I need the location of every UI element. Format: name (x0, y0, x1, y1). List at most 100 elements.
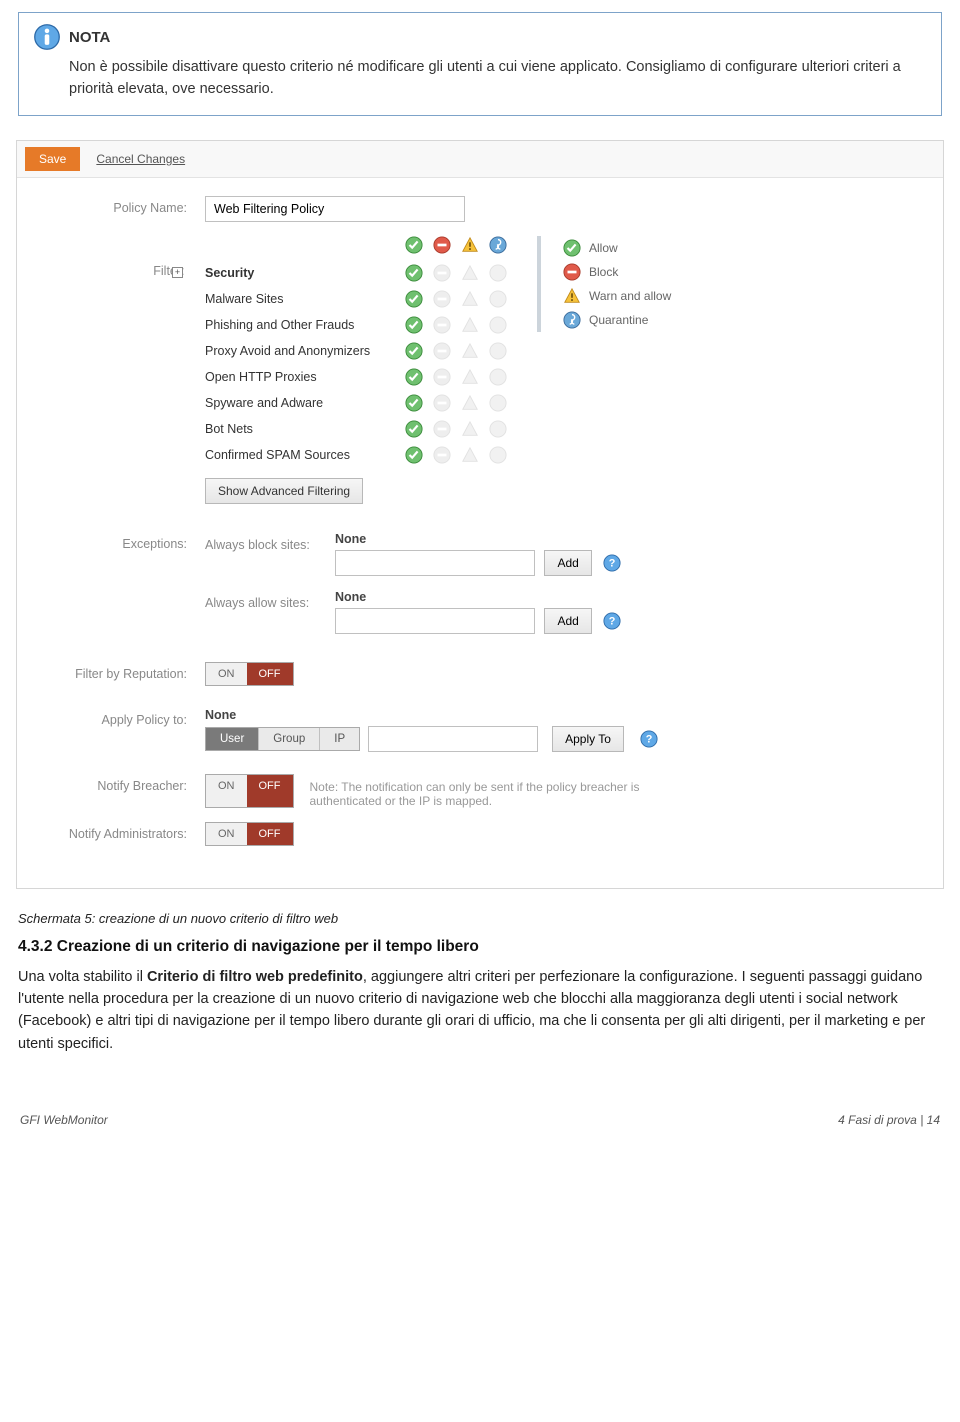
seg-group[interactable]: Group (259, 728, 320, 750)
toggle-on[interactable]: ON (206, 775, 247, 807)
svg-text:?: ? (646, 733, 653, 745)
filter-cat-phishing[interactable]: Phishing and Other Frauds (205, 318, 405, 332)
legend-block: Block (589, 265, 618, 279)
notify-breacher-label: Notify Breacher: (45, 774, 205, 793)
legend-allow: Allow (589, 241, 618, 255)
notify-admins-label: Notify Administrators: (45, 822, 205, 841)
allow-icon[interactable] (405, 316, 423, 334)
legend-quarantine: Quarantine (589, 313, 648, 327)
seg-ip[interactable]: IP (320, 728, 359, 750)
filter-cat-botnets[interactable]: Bot Nets (205, 422, 405, 436)
allow-icon[interactable] (405, 342, 423, 360)
block-icon (563, 263, 581, 281)
warn-icon[interactable] (461, 446, 479, 464)
save-button[interactable]: Save (25, 147, 80, 171)
reputation-label: Filter by Reputation: (45, 662, 205, 681)
quarantine-icon (563, 311, 581, 329)
admins-toggle[interactable]: ON OFF (205, 822, 294, 846)
block-icon[interactable] (433, 316, 451, 334)
warn-icon[interactable] (461, 342, 479, 360)
block-icon[interactable] (433, 446, 451, 464)
always-allow-input[interactable] (335, 608, 535, 634)
warn-icon[interactable] (461, 394, 479, 412)
block-icon[interactable] (433, 342, 451, 360)
quarantine-icon[interactable] (489, 264, 507, 282)
help-icon[interactable]: ? (603, 554, 621, 572)
policy-panel: Save Cancel Changes Policy Name: Filter:… (16, 140, 944, 889)
allow-icon[interactable] (405, 394, 423, 412)
allow-icon[interactable] (405, 368, 423, 386)
always-block-input[interactable] (335, 550, 535, 576)
show-advanced-button[interactable]: Show Advanced Filtering (205, 478, 363, 504)
cancel-changes-link[interactable]: Cancel Changes (96, 152, 185, 166)
warn-icon[interactable] (461, 368, 479, 386)
quarantine-icon[interactable] (489, 342, 507, 360)
always-block-value: None (335, 532, 621, 546)
toggle-on[interactable]: ON (206, 663, 247, 685)
block-icon[interactable] (433, 368, 451, 386)
filter-cat-spyware[interactable]: Spyware and Adware (205, 396, 405, 410)
filter-cat-security[interactable]: Security (205, 266, 405, 280)
add-allow-button[interactable]: Add (544, 608, 591, 634)
section-title: 4.3.2 Creazione di un criterio di naviga… (18, 938, 942, 956)
block-icon[interactable] (433, 290, 451, 308)
reputation-toggle[interactable]: ON OFF (205, 662, 294, 686)
help-icon[interactable]: ? (603, 612, 621, 630)
expand-icon[interactable]: + (172, 267, 183, 278)
exceptions-label: Exceptions: (45, 532, 205, 551)
allow-icon (405, 236, 423, 254)
breacher-toggle[interactable]: ON OFF (205, 774, 294, 808)
toggle-on[interactable]: ON (206, 823, 247, 845)
allow-icon[interactable] (405, 446, 423, 464)
filter-cat-spam[interactable]: Confirmed SPAM Sources (205, 448, 405, 462)
block-icon[interactable] (433, 394, 451, 412)
warn-icon[interactable] (461, 420, 479, 438)
apply-input[interactable] (368, 726, 538, 752)
add-block-button[interactable]: Add (544, 550, 591, 576)
block-icon[interactable] (433, 264, 451, 282)
quarantine-icon[interactable] (489, 394, 507, 412)
apply-segment[interactable]: User Group IP (205, 727, 360, 751)
breacher-note: Note: The notification can only be sent … (310, 774, 670, 808)
filter-cat-openhttp[interactable]: Open HTTP Proxies (205, 370, 405, 384)
filter-list: Security Malware Sites Phishing and Othe… (205, 236, 507, 504)
info-icon (33, 23, 61, 51)
policy-name-input[interactable] (205, 196, 465, 222)
allow-icon (563, 239, 581, 257)
policy-name-label: Policy Name: (45, 196, 205, 215)
page-footer: GFI WebMonitor 4 Fasi di prova | 14 (0, 1065, 960, 1141)
filter-cat-malware[interactable]: Malware Sites (205, 292, 405, 306)
note-box: NOTA Non è possibile disattivare questo … (18, 12, 942, 116)
always-allow-label: Always allow sites: (205, 590, 335, 610)
quarantine-icon[interactable] (489, 446, 507, 464)
footer-right: 4 Fasi di prova | 14 (838, 1113, 940, 1127)
quarantine-icon[interactable] (489, 316, 507, 334)
apply-policy-label: Apply Policy to: (45, 708, 205, 727)
filter-header-icons (405, 236, 507, 254)
block-icon[interactable] (433, 420, 451, 438)
seg-user[interactable]: User (206, 728, 259, 750)
always-allow-value: None (335, 590, 621, 604)
warn-icon[interactable] (461, 316, 479, 334)
legend-warn: Warn and allow (589, 289, 671, 303)
allow-icon[interactable] (405, 290, 423, 308)
warn-icon[interactable] (461, 264, 479, 282)
quarantine-icon[interactable] (489, 290, 507, 308)
quarantine-icon[interactable] (489, 368, 507, 386)
allow-icon[interactable] (405, 264, 423, 282)
note-body: Non è possibile disattivare questo crite… (69, 57, 927, 101)
toggle-off[interactable]: OFF (247, 775, 293, 807)
toggle-off[interactable]: OFF (247, 823, 293, 845)
help-icon[interactable]: ? (640, 730, 658, 748)
filter-legend: Allow Block Warn and allow Quarantine (537, 236, 671, 332)
note-title: NOTA (69, 29, 110, 46)
quarantine-icon[interactable] (489, 420, 507, 438)
allow-icon[interactable] (405, 420, 423, 438)
toolbar: Save Cancel Changes (17, 141, 943, 178)
toggle-off[interactable]: OFF (247, 663, 293, 685)
figure-caption: Schermata 5: creazione di un nuovo crite… (18, 911, 942, 926)
warn-icon[interactable] (461, 290, 479, 308)
filter-cat-proxy[interactable]: Proxy Avoid and Anonymizers (205, 344, 405, 358)
apply-to-button[interactable]: Apply To (552, 726, 624, 752)
block-icon (433, 236, 451, 254)
